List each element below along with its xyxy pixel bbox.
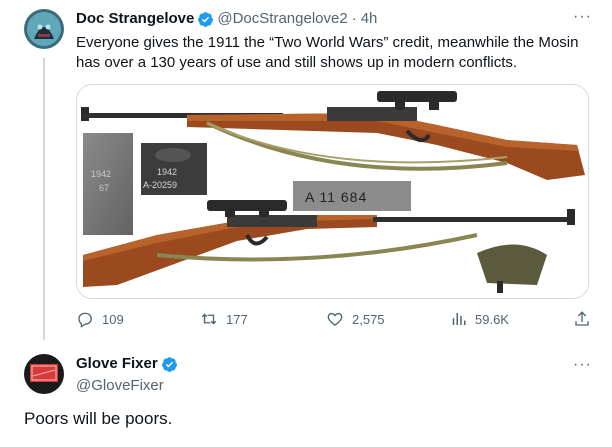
like-button[interactable]: 2,575 (326, 310, 385, 328)
svg-text:A-20259: A-20259 (143, 180, 177, 190)
thread-line (43, 58, 45, 340)
reply-more-options-icon[interactable]: ··· (573, 356, 592, 374)
reply-count: 109 (102, 311, 124, 327)
more-options-icon[interactable]: ··· (573, 8, 592, 26)
verified-badge-icon (161, 356, 178, 373)
tweet-timestamp[interactable]: 4h (361, 9, 378, 29)
tweet-actions: 109 177 2,575 59.6K (76, 310, 596, 334)
reply-author-avatar[interactable] (24, 354, 64, 394)
svg-text:1942: 1942 (91, 169, 111, 179)
separator-dot: · (351, 10, 357, 27)
author-avatar[interactable] (24, 9, 64, 49)
retweet-button[interactable]: 177 (200, 310, 248, 328)
marking-closeup-receiver-image: 1942 A-20259 (141, 143, 207, 195)
marking-closeup-stamp-image: A 11 684 (293, 181, 411, 211)
author-handle[interactable]: @DocStrangelove2 (217, 9, 347, 29)
retweet-icon (201, 313, 217, 325)
marking-closeup-left-image: 1942 67 (83, 133, 133, 235)
retweet-count: 177 (226, 311, 248, 327)
reply-text: Poors will be poors. (24, 409, 173, 428)
author-name[interactable]: Doc Strangelove (76, 9, 194, 29)
view-count: 59.6K (475, 311, 509, 327)
like-count: 2,575 (352, 311, 385, 327)
reply-icon (78, 312, 92, 328)
svg-text:A 11 684: A 11 684 (305, 189, 367, 205)
share-button[interactable] (573, 310, 599, 328)
tweet-header: Doc Strangelove @DocStrangelove2 · 4h (76, 9, 377, 29)
reply-tweet: Glove Fixer @GloveFixer ··· Poors will b… (0, 340, 612, 447)
heart-icon (327, 312, 343, 326)
reply-author-handle[interactable]: @GloveFixer (76, 376, 164, 396)
reply-header: Glove Fixer (76, 354, 181, 374)
verified-badge-icon (197, 11, 214, 28)
reply-button[interactable]: 109 (76, 310, 124, 328)
analytics-icon (452, 313, 466, 325)
reply-author-name[interactable]: Glove Fixer (76, 354, 158, 374)
tweet-media-image[interactable]: 1942 67 1942 A-20259 A 11 684 (76, 84, 589, 299)
tweet-text: Everyone gives the 1911 the “Two World W… (76, 34, 579, 71)
views-button[interactable]: 59.6K (449, 310, 509, 328)
share-icon (575, 311, 589, 326)
svg-text:67: 67 (99, 183, 109, 193)
tweet: Doc Strangelove @DocStrangelove2 · 4h ··… (0, 0, 612, 340)
svg-text:1942: 1942 (157, 167, 177, 177)
